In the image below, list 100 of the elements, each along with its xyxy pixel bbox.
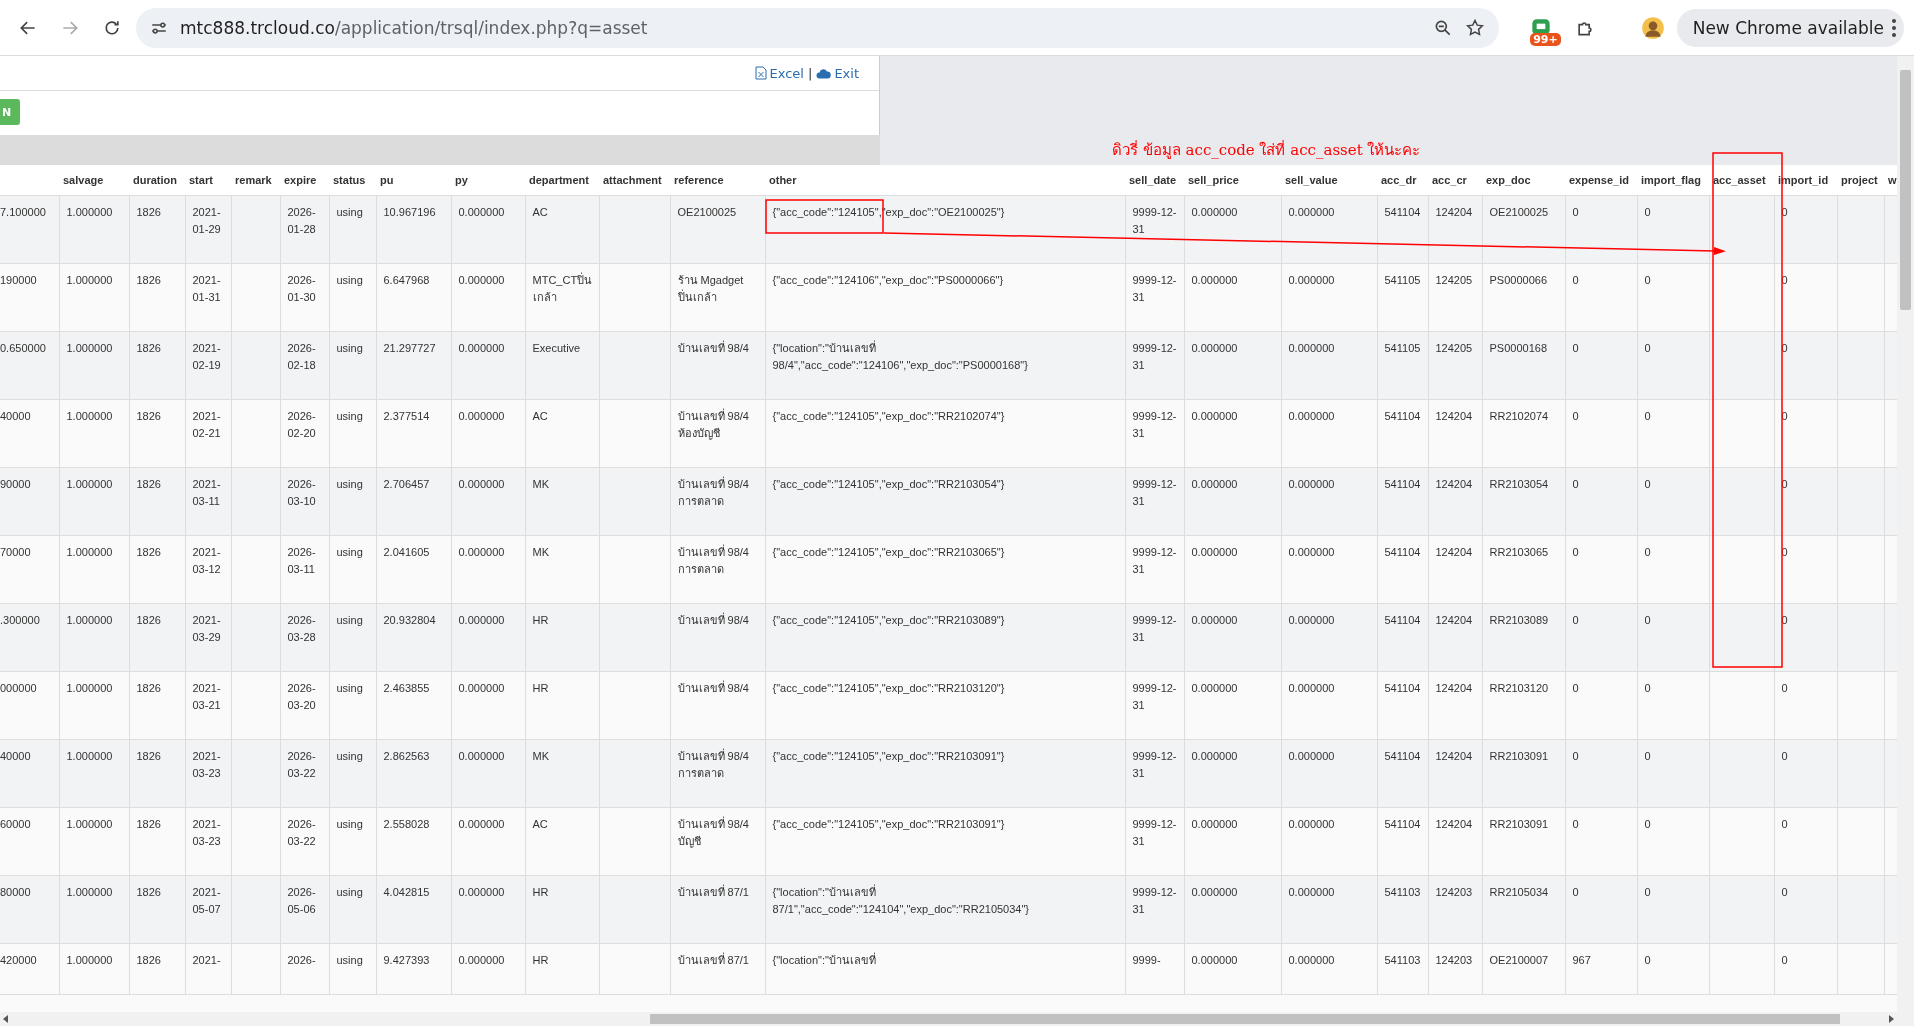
table-cell: 9999-12-31 xyxy=(1132,410,1177,439)
column-header[interactable]: duration xyxy=(129,165,185,196)
vertical-scrollbar[interactable] xyxy=(1897,56,1914,1026)
table-cell: 420000 xyxy=(0,954,37,966)
table-cell: 0 xyxy=(1781,886,1788,898)
table-cell: 0.000000 xyxy=(1288,818,1335,830)
table-cell: 541104 xyxy=(1384,478,1421,490)
table-cell: 0.000000 xyxy=(1191,886,1238,898)
column-header[interactable]: expense_id xyxy=(1565,165,1637,196)
table-cell: using xyxy=(336,682,363,694)
table-cell: 0.000000 xyxy=(458,614,505,626)
column-header[interactable]: sell_date xyxy=(1125,165,1184,196)
table-cell: 0.000000 xyxy=(1288,614,1335,626)
table-cell: 9999- xyxy=(1132,954,1161,966)
table-cell: 2021-02-21 xyxy=(192,410,221,439)
table-cell: RR2103120 xyxy=(1489,682,1549,694)
table-cell: 1.000000 xyxy=(66,614,113,626)
table-cell: 0.000000 xyxy=(1191,614,1238,626)
column-header[interactable]: pu xyxy=(376,165,451,196)
horizontal-scrollbar[interactable] xyxy=(0,1012,1897,1026)
table-cell: 0 xyxy=(1644,682,1651,694)
table-cell: 541104 xyxy=(1384,750,1421,762)
table-cell: 0.000000 xyxy=(1288,682,1335,694)
table-cell: PS0000168 xyxy=(1489,342,1547,354)
table-cell: 1826 xyxy=(136,342,161,354)
table-cell: 000000 xyxy=(0,682,37,694)
table-cell: 2.463855 xyxy=(383,682,430,694)
column-header[interactable]: sell_value xyxy=(1281,165,1377,196)
column-header[interactable]: status xyxy=(329,165,376,196)
table-cell: 0.000000 xyxy=(1191,546,1238,558)
table-cell: 1.000000 xyxy=(66,818,113,830)
table-cell: {"acc_code":"124106","exp_doc":"PS0000066"} xyxy=(772,274,1004,286)
table-cell: {"acc_code":"124105","exp_doc":"RR2103089"} xyxy=(772,614,1005,626)
table-cell: 0.000000 xyxy=(458,682,505,694)
column-header[interactable]: exp_doc xyxy=(1482,165,1565,196)
table-cell: OE2100007 xyxy=(1489,954,1549,966)
table-cell: 0 xyxy=(1644,614,1651,626)
annotation-note: ดิวรี่ ข้อมูล acc_code ใส่ที่ acc_asset ให้นะคะ xyxy=(1112,139,1421,161)
table-cell: 124204 xyxy=(1435,478,1473,490)
table-cell: 967 xyxy=(1572,954,1591,966)
column-header[interactable]: acc_cr xyxy=(1428,165,1482,196)
column-header[interactable]: other xyxy=(765,165,1125,196)
table-cell: 124203 xyxy=(1435,954,1473,966)
column-header[interactable]: import_flag xyxy=(1637,165,1709,196)
table-cell: 124203 xyxy=(1435,886,1473,898)
table-cell: RR2103089 xyxy=(1489,614,1549,626)
table-cell: 0.000000 xyxy=(458,342,505,354)
table-cell: 2026-02-20 xyxy=(287,410,316,439)
table-cell: 190000 xyxy=(0,274,37,286)
table-cell: MTC_CTปิ่นเกล้า xyxy=(532,274,593,303)
table-cell: {"acc_code":"124105","exp_doc":"RR2103054"} xyxy=(772,478,1005,490)
table-cell: 2026-05-06 xyxy=(287,886,316,915)
column-header[interactable]: start xyxy=(185,165,231,196)
table-cell: 2026-03-11 xyxy=(287,546,316,575)
table-cell: using xyxy=(336,410,363,422)
table-cell: 541104 xyxy=(1384,682,1421,694)
table-cell: 541104 xyxy=(1384,818,1421,830)
table-cell: 0.000000 xyxy=(1191,206,1238,218)
excel-link[interactable]: Excel xyxy=(754,65,804,81)
table-cell: 541103 xyxy=(1384,886,1421,898)
table-cell: 6.647968 xyxy=(383,274,430,286)
column-header[interactable]: acc_dr xyxy=(1377,165,1428,196)
column-header[interactable]: sell_price xyxy=(1184,165,1281,196)
table-cell: 124204 xyxy=(1435,546,1473,558)
table-cell: 0 xyxy=(1644,818,1651,830)
column-header[interactable]: department xyxy=(525,165,599,196)
table-cell: 541104 xyxy=(1384,410,1421,422)
table-cell: บ้านเลขที่ 98/4 ห้องบัญชี xyxy=(677,410,749,439)
table-cell: 1.000000 xyxy=(66,478,113,490)
column-header[interactable]: project xyxy=(1837,165,1884,196)
table-cell: 541105 xyxy=(1384,274,1421,286)
column-header[interactable]: w xyxy=(1884,165,1897,196)
table-cell: 0 xyxy=(1572,818,1579,830)
column-header[interactable]: attachment xyxy=(599,165,670,196)
column-header[interactable]: remark xyxy=(231,165,280,196)
table-cell: 1826 xyxy=(136,682,161,694)
table-cell: using xyxy=(336,546,363,558)
column-header[interactable]: py xyxy=(451,165,525,196)
column-header[interactable]: expire xyxy=(280,165,329,196)
extension-button[interactable]: 99+ xyxy=(1520,9,1561,46)
update-button[interactable]: New Chrome available xyxy=(1676,8,1904,47)
table-cell: 2.558028 xyxy=(383,818,430,830)
exit-link[interactable]: Exit xyxy=(816,65,859,81)
table-cell: 124204 xyxy=(1435,750,1473,762)
table-cell: Executive xyxy=(532,342,581,354)
table-cell: .300000 xyxy=(0,614,40,626)
table-cell: 2021-03-11 xyxy=(192,478,221,507)
table-cell: 1826 xyxy=(136,206,161,218)
table-cell: 0 xyxy=(1644,546,1651,558)
table-cell: 2026-03-22 xyxy=(287,818,316,847)
table-cell: 1826 xyxy=(136,818,161,830)
column-header[interactable]: salvage xyxy=(59,165,129,196)
table-cell: 541105 xyxy=(1384,342,1421,354)
table-cell: HR xyxy=(532,614,549,626)
table-cell: 1.000000 xyxy=(66,886,113,898)
table-cell: 0.000000 xyxy=(1288,750,1335,762)
table-cell: 0.650000 xyxy=(0,342,46,354)
table-cell: 2026- xyxy=(287,954,316,966)
column-header[interactable]: reference xyxy=(670,165,765,196)
table-cell: 9999-12-31 xyxy=(1132,614,1177,643)
